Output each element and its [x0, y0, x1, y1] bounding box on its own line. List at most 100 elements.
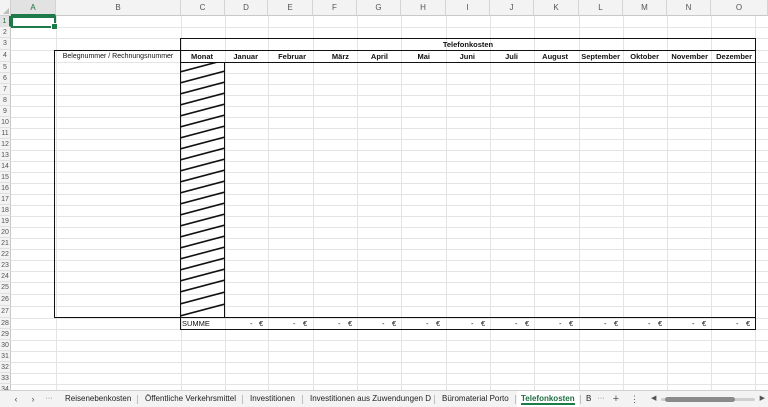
- sum-value-january: -: [250, 319, 253, 328]
- select-all-corner[interactable]: [0, 0, 11, 16]
- row-header[interactable]: 15: [0, 172, 11, 183]
- row-header[interactable]: 26: [0, 294, 11, 306]
- currency-symbol: €: [746, 319, 751, 328]
- tab-reisenebenkosten[interactable]: Reisenebenkosten: [61, 391, 135, 407]
- row-header[interactable]: 10: [0, 117, 11, 128]
- currency-symbol: €: [303, 319, 308, 328]
- sum-value-february: -: [293, 319, 296, 328]
- more-tabs-right-button[interactable]: ···: [595, 391, 607, 407]
- row-header[interactable]: 6: [0, 73, 11, 84]
- spreadsheet-grid[interactable]: A B C D E F G H I J K L M N O 1 2 3 4 5 …: [0, 0, 768, 390]
- row-header[interactable]: 3: [0, 38, 11, 50]
- scroll-right-arrow-icon[interactable]: ▶: [760, 395, 765, 403]
- row-header[interactable]: 4: [0, 50, 11, 62]
- column-header-m[interactable]: M: [623, 0, 667, 16]
- row-header[interactable]: 20: [0, 227, 11, 238]
- column-header-i[interactable]: I: [446, 0, 490, 16]
- row-header[interactable]: 19: [0, 216, 11, 227]
- scrollbar-thumb[interactable]: [665, 397, 735, 402]
- row-header[interactable]: 5: [0, 62, 11, 73]
- column-header-b[interactable]: B: [56, 0, 181, 16]
- tab-bueromaterial-porto[interactable]: Büromaterial Porto: [438, 391, 513, 407]
- sum-value-june: -: [471, 319, 474, 328]
- column-header-g[interactable]: G: [357, 0, 401, 16]
- column-header-o[interactable]: O: [711, 0, 768, 16]
- month-header-december: Dezember: [716, 52, 752, 61]
- currency-symbol: €: [569, 319, 574, 328]
- row-header[interactable]: 30: [0, 340, 11, 351]
- row-header[interactable]: 17: [0, 194, 11, 205]
- sum-value-november: -: [692, 319, 695, 328]
- row-header[interactable]: 22: [0, 249, 11, 260]
- row-header[interactable]: 11: [0, 128, 11, 139]
- row-header[interactable]: 28: [0, 318, 11, 329]
- sum-value-july: -: [515, 319, 518, 328]
- row-header[interactable]: 25: [0, 282, 11, 294]
- month-header-november: November: [671, 52, 708, 61]
- currency-symbol: €: [436, 319, 441, 328]
- column-header-j[interactable]: J: [490, 0, 534, 16]
- column-header-h[interactable]: H: [401, 0, 446, 16]
- currency-symbol: €: [259, 319, 264, 328]
- table-border: [180, 38, 756, 330]
- row-header[interactable]: 9: [0, 106, 11, 117]
- column-header-n[interactable]: N: [667, 0, 711, 16]
- sheet-tab-bar: ‹ › ··· Reisenebenkosten Öffentliche Ver…: [0, 390, 768, 407]
- month-header-july: Juli: [505, 52, 518, 61]
- month-header-february: Februar: [278, 52, 306, 61]
- month-header-september: September: [581, 52, 620, 61]
- row-header[interactable]: 21: [0, 238, 11, 249]
- row-header[interactable]: 24: [0, 271, 11, 282]
- row-header[interactable]: 1: [0, 16, 11, 27]
- row-header[interactable]: 8: [0, 95, 11, 106]
- column-header-f[interactable]: F: [313, 0, 357, 16]
- column-header-d[interactable]: D: [225, 0, 268, 16]
- currency-symbol: €: [481, 319, 486, 328]
- sum-value-october: -: [648, 319, 651, 328]
- row-header[interactable]: 7: [0, 84, 11, 95]
- month-header-may: Mai: [417, 52, 430, 61]
- row-header[interactable]: 23: [0, 260, 11, 271]
- column-header-k[interactable]: K: [534, 0, 579, 16]
- column-header-a[interactable]: A: [11, 0, 56, 16]
- column-header-e[interactable]: E: [268, 0, 313, 16]
- column-header-l[interactable]: L: [579, 0, 623, 16]
- row-header[interactable]: 32: [0, 362, 11, 373]
- tab-telefonkosten[interactable]: Telefonkosten: [517, 391, 579, 407]
- tab-oeffentliche-verkehrsmittel[interactable]: Öffentliche Verkehrsmittel: [141, 391, 240, 407]
- scroll-left-arrow-icon[interactable]: ◀: [651, 395, 656, 403]
- sum-value-december: -: [736, 319, 739, 328]
- row-header[interactable]: 14: [0, 161, 11, 172]
- tab-investitionen-zuwendungen[interactable]: Investitionen aus Zuwendungen D: [306, 391, 435, 407]
- row-header[interactable]: 12: [0, 139, 11, 150]
- row-header[interactable]: 29: [0, 329, 11, 340]
- row-header[interactable]: 16: [0, 183, 11, 194]
- row-header[interactable]: 13: [0, 150, 11, 161]
- month-header-august: August: [542, 52, 568, 61]
- sum-value-march: -: [338, 319, 341, 328]
- row-header[interactable]: 31: [0, 351, 11, 362]
- row-header[interactable]: 33: [0, 373, 11, 384]
- selected-cell-a1[interactable]: [11, 16, 58, 30]
- sum-value-august: -: [559, 319, 562, 328]
- table-title: Telefonkosten: [442, 40, 494, 49]
- row-header[interactable]: 18: [0, 205, 11, 216]
- receipt-number-header: Belegnummer / Rechnungsnummer: [62, 53, 174, 60]
- tab-b[interactable]: B: [582, 391, 595, 407]
- sum-value-may: -: [426, 319, 429, 328]
- row-header[interactable]: 27: [0, 306, 11, 318]
- tab-investitionen[interactable]: Investitionen: [246, 391, 299, 407]
- scroll-tabs-left-icon[interactable]: ‹: [10, 391, 22, 407]
- add-sheet-icon[interactable]: +: [610, 391, 622, 407]
- more-tabs-left-button[interactable]: ···: [42, 391, 56, 407]
- month-header-april: April: [370, 52, 388, 61]
- sheet-menu-icon[interactable]: ⋮: [630, 391, 639, 407]
- horizontal-scrollbar[interactable]: ◀ ▶: [651, 395, 765, 403]
- currency-symbol: €: [614, 319, 619, 328]
- row-header[interactable]: 2: [0, 27, 11, 38]
- month-header: Monat: [190, 52, 214, 61]
- month-header-june: Juni: [459, 52, 475, 61]
- scroll-tabs-right-icon[interactable]: ›: [27, 391, 39, 407]
- month-header-january: Januar: [233, 52, 258, 61]
- column-header-c[interactable]: C: [181, 0, 225, 16]
